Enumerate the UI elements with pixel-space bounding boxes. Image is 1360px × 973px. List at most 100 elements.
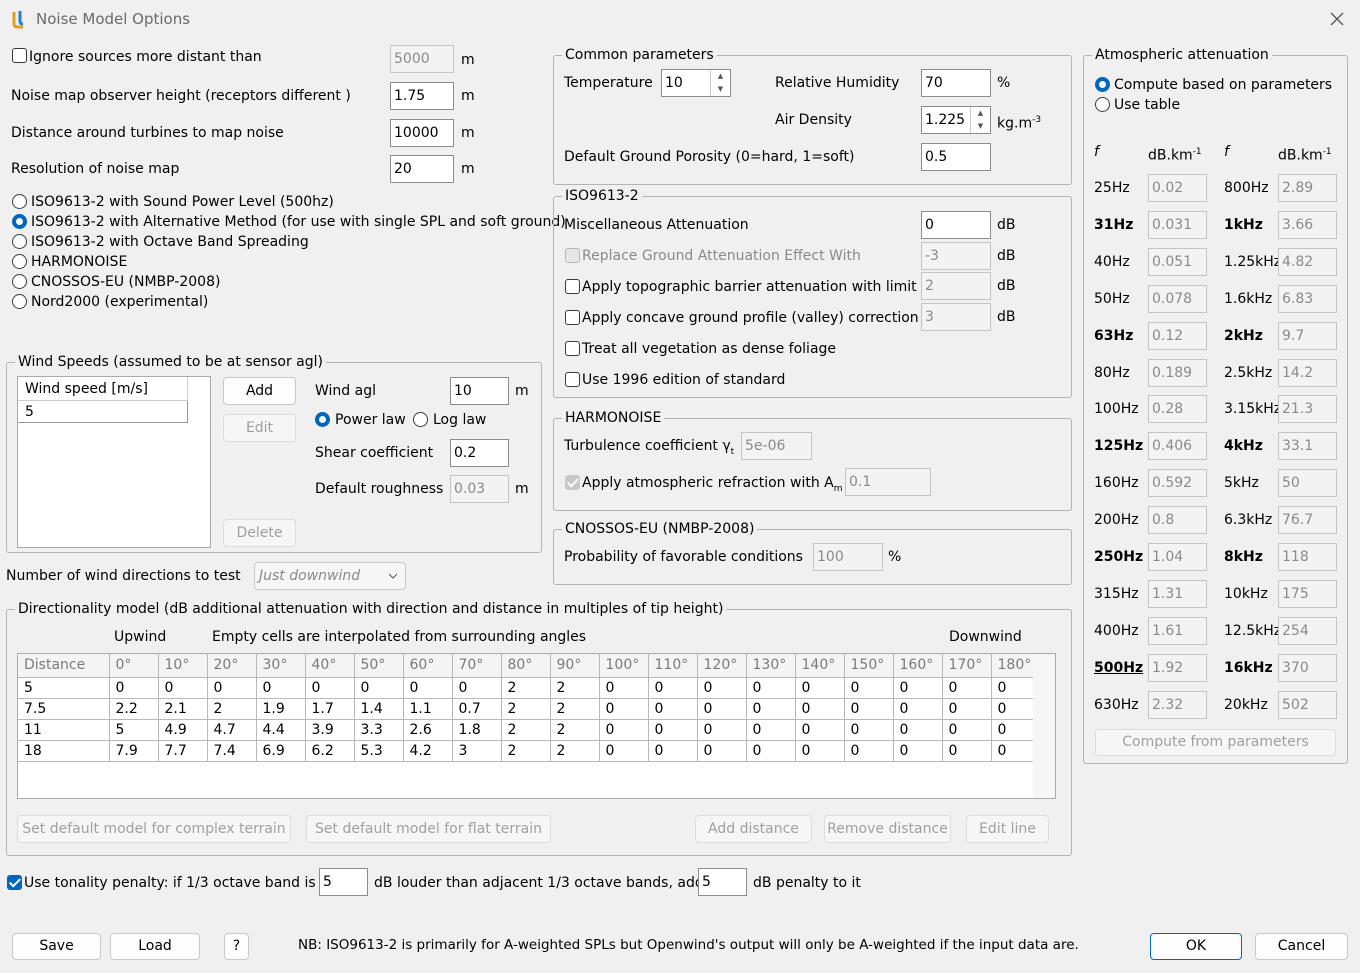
help-button[interactable]: ? (224, 933, 249, 960)
complex-terrain-button[interactable]: Set default model for complex terrain (17, 815, 291, 843)
attenuation-input[interactable]: 118 (1278, 543, 1337, 571)
table-cell[interactable]: 0 (795, 719, 845, 741)
column-header[interactable]: 130° (746, 654, 796, 678)
table-cell[interactable]: 0 (354, 677, 404, 699)
table-cell[interactable]: 2 (501, 698, 551, 720)
table-cell[interactable]: 0 (991, 740, 1040, 762)
table-row[interactable]: 50000000022000000000 (18, 677, 1040, 699)
table-cell[interactable]: 0 (942, 719, 992, 741)
table-cell[interactable]: 7.9 (109, 740, 159, 762)
attenuation-input[interactable]: 1.04 (1148, 543, 1207, 571)
refraction-checkbox[interactable] (565, 475, 580, 490)
add-distance-button[interactable]: Add distance (695, 815, 812, 843)
attenuation-input[interactable]: 0.02 (1148, 174, 1207, 202)
table-cell[interactable]: 0 (648, 677, 698, 699)
spin-up-icon[interactable]: ▲ (971, 107, 990, 120)
spin-down-icon[interactable]: ▼ (971, 120, 990, 133)
table-cell[interactable]: 0 (795, 677, 845, 699)
column-header[interactable]: 0° (109, 654, 159, 678)
temperature-input[interactable]: 10 ▲ ▼ (661, 69, 731, 97)
attenuation-input[interactable]: 502 (1278, 690, 1337, 719)
column-header[interactable]: 50° (354, 654, 404, 678)
attenuation-input[interactable]: 175 (1278, 579, 1337, 608)
edit-line-button[interactable]: Edit line (966, 815, 1049, 843)
table-cell[interactable]: 4.7 (207, 719, 257, 741)
air-density-spinner[interactable]: ▲ ▼ (970, 107, 990, 133)
table-cell[interactable]: 0 (991, 677, 1040, 699)
column-header[interactable]: 20° (207, 654, 257, 678)
table-cell[interactable]: 2 (501, 740, 551, 762)
column-header[interactable]: 40° (305, 654, 355, 678)
attenuation-input[interactable]: 4.82 (1278, 247, 1337, 276)
table-cell[interactable]: 2 (550, 698, 600, 720)
misc-attenuation-input[interactable]: 0 (921, 211, 991, 239)
table-cell[interactable]: 0 (942, 677, 992, 699)
table-cell[interactable]: 0 (844, 719, 894, 741)
table-cell[interactable]: 0 (697, 740, 747, 762)
column-header[interactable]: 30° (256, 654, 306, 678)
spin-up-icon[interactable]: ▲ (711, 70, 730, 83)
column-header[interactable]: 120° (697, 654, 747, 678)
column-header[interactable]: 140° (795, 654, 845, 678)
wind-speed-list-item[interactable]: 5 (18, 401, 188, 423)
column-header[interactable]: Distance (18, 654, 110, 678)
map-distance-input[interactable]: 10000 (390, 119, 454, 147)
table-cell[interactable]: 1.9 (256, 698, 306, 720)
cancel-button[interactable]: Cancel (1255, 933, 1348, 960)
table-cell[interactable]: 2 (550, 677, 600, 699)
table-cell[interactable]: 2.1 (158, 698, 208, 720)
table-cell[interactable]: 2.2 (109, 698, 159, 720)
table-cell[interactable]: 5.3 (354, 740, 404, 762)
air-density-input[interactable]: 1.225 ▲ ▼ (921, 106, 991, 134)
column-header[interactable]: 10° (158, 654, 208, 678)
table-cell[interactable]: 2 (550, 740, 600, 762)
remove-distance-button[interactable]: Remove distance (824, 815, 951, 843)
attenuation-input[interactable]: 0.12 (1148, 321, 1207, 350)
table-cell[interactable]: 0 (648, 740, 698, 762)
table-cell[interactable]: 6.2 (305, 740, 355, 762)
table-cell[interactable]: 0 (697, 677, 747, 699)
table-cell[interactable]: 7.5 (18, 698, 110, 720)
porosity-input[interactable]: 0.5 (921, 143, 991, 171)
power-law-radio[interactable] (315, 412, 330, 427)
wind-speed-list[interactable]: Wind speed [m/s] 5 (17, 376, 211, 548)
table-row[interactable]: 11 5 4.9 4.7 4.4 3.9 3.3 2.6 1.8 2 2 0 0 0 0 0 0 0 0 0 (18, 719, 1040, 741)
tonality-threshold-input[interactable]: 5 (319, 868, 368, 896)
table-cell[interactable]: 0.7 (452, 698, 502, 720)
table-cell[interactable]: 0 (648, 719, 698, 741)
table-cell[interactable]: 0 (697, 698, 747, 720)
table-cell[interactable]: 18 (18, 740, 110, 762)
attenuation-input[interactable]: 370 (1278, 653, 1337, 682)
table-cell[interactable]: 7.7 (158, 740, 208, 762)
attenuation-input[interactable]: 76.7 (1278, 506, 1337, 535)
attenuation-input[interactable]: 9.7 (1278, 321, 1337, 350)
model-radio-3[interactable] (12, 254, 27, 269)
table-cell[interactable]: 6.9 (256, 740, 306, 762)
column-header[interactable]: 100° (599, 654, 649, 678)
model-radio-1[interactable] (12, 214, 27, 229)
table-cell[interactable]: 5 (18, 677, 110, 699)
table-cell[interactable]: 1.4 (354, 698, 404, 720)
attenuation-input[interactable]: 254 (1278, 616, 1337, 645)
table-cell[interactable]: 0 (305, 677, 355, 699)
directionality-table[interactable]: Distance 0° 10° 20° 30° 40° 50° 60° 70° 80° 90° 100… (18, 654, 1040, 762)
ignore-distant-checkbox[interactable] (12, 48, 27, 63)
table-cell[interactable]: 0 (697, 719, 747, 741)
attenuation-input[interactable]: 6.83 (1278, 284, 1337, 313)
resolution-input[interactable]: 20 (390, 155, 454, 183)
table-cell[interactable]: 3.9 (305, 719, 355, 741)
table-cell[interactable]: 3.3 (354, 719, 404, 741)
table-row[interactable]: 7.5 2.2 2.1 2 1.9 1.7 1.4 1.1 0.7 2 2 0 0 0 0 0 0 0 0 0 (18, 698, 1040, 720)
table-cell[interactable]: 4.2 (403, 740, 453, 762)
table-cell[interactable]: 3 (452, 740, 502, 762)
attenuation-input[interactable]: 50 (1278, 469, 1337, 498)
table-cell[interactable]: 5 (109, 719, 159, 741)
concave-ground-checkbox[interactable] (565, 310, 580, 325)
table-cell[interactable]: 0 (648, 698, 698, 720)
attenuation-input[interactable]: 0.406 (1148, 432, 1207, 461)
table-cell[interactable]: 0 (746, 740, 796, 762)
table-cell[interactable]: 7.4 (207, 740, 257, 762)
table-cell[interactable]: 0 (844, 677, 894, 699)
table-cell[interactable]: 4.9 (158, 719, 208, 741)
turbulence-input[interactable]: 5e-06 (741, 432, 812, 460)
